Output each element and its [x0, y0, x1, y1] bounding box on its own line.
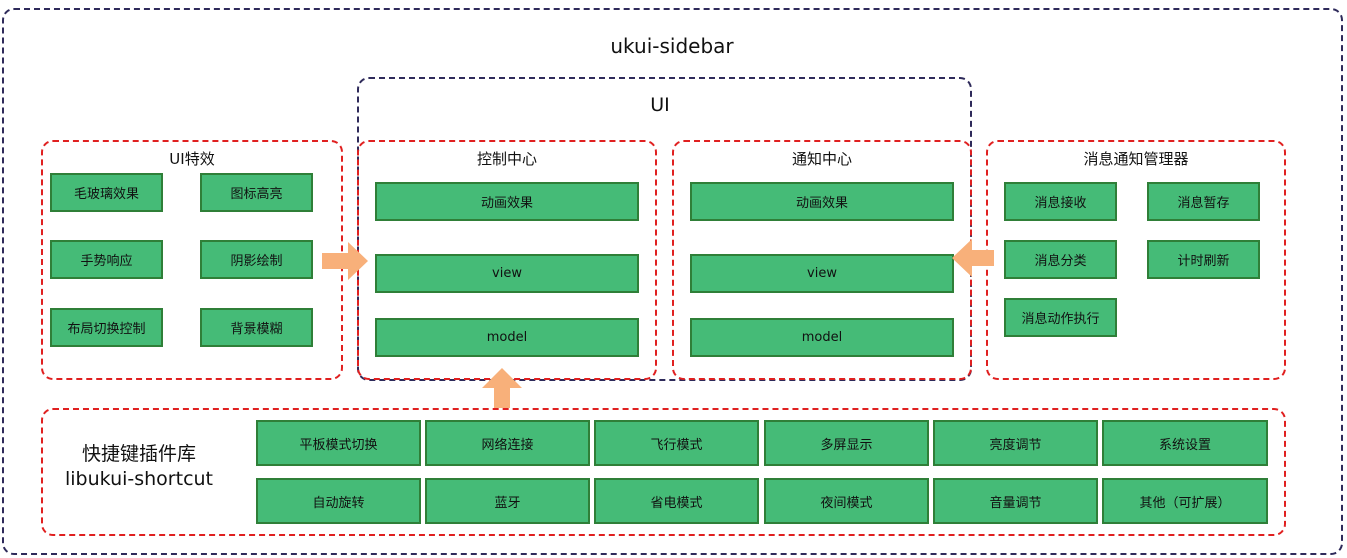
msg-classify: 消息分类: [1004, 240, 1117, 279]
shortcut-brightness: 亮度调节: [933, 420, 1098, 466]
shortcut-system-settings: 系统设置: [1102, 420, 1268, 466]
effect-gesture-response: 手势响应: [50, 240, 163, 279]
ui-effects-title: UI特效: [169, 150, 215, 168]
shortcut-airplane-mode: 飞行模式: [594, 420, 759, 466]
shortcut-library-label: 快捷键插件库 libukui-shortcut: [56, 442, 222, 492]
arrow-shortcut-to-control: [482, 368, 522, 408]
shortcut-library-title-cn: 快捷键插件库: [81, 443, 196, 465]
effect-shadow-render: 阴影绘制: [200, 240, 313, 279]
msg-store: 消息暂存: [1147, 182, 1260, 221]
msg-action-exec: 消息动作执行: [1004, 298, 1117, 337]
msg-timer-refresh: 计时刷新: [1147, 240, 1260, 279]
control-view: view: [375, 254, 639, 293]
effect-icon-highlight: 图标高亮: [200, 173, 313, 212]
notify-animation: 动画效果: [690, 182, 954, 221]
shortcut-network: 网络连接: [425, 420, 590, 466]
ui-frame-title: UI: [650, 94, 670, 116]
shortcut-library-title-en: libukui-shortcut: [64, 468, 214, 490]
arrow-effects-to-control: [322, 242, 368, 280]
control-animation: 动画效果: [375, 182, 639, 221]
notify-view: view: [690, 254, 954, 293]
effect-layout-switch: 布局切换控制: [50, 308, 163, 347]
shortcut-bluetooth: 蓝牙: [425, 478, 590, 524]
shortcut-night-mode: 夜间模式: [764, 478, 929, 524]
shortcut-auto-rotate: 自动旋转: [256, 478, 421, 524]
arrow-manager-to-notify: [952, 239, 994, 277]
shortcut-volume: 音量调节: [933, 478, 1098, 524]
shortcut-other: 其他（可扩展）: [1102, 478, 1268, 524]
effect-frosted-glass: 毛玻璃效果: [50, 173, 163, 212]
message-manager-title: 消息通知管理器: [1083, 150, 1189, 168]
ukui-sidebar-title: ukui-sidebar: [610, 34, 734, 58]
msg-receive: 消息接收: [1004, 182, 1117, 221]
notification-center-title: 通知中心: [791, 150, 852, 168]
shortcut-power-saving: 省电模式: [594, 478, 759, 524]
control-model: model: [375, 318, 639, 357]
shortcut-multi-display: 多屏显示: [764, 420, 929, 466]
notify-model: model: [690, 318, 954, 357]
control-center-title: 控制中心: [476, 150, 537, 168]
effect-background-blur: 背景模糊: [200, 308, 313, 347]
shortcut-tablet-mode: 平板模式切换: [256, 420, 421, 466]
